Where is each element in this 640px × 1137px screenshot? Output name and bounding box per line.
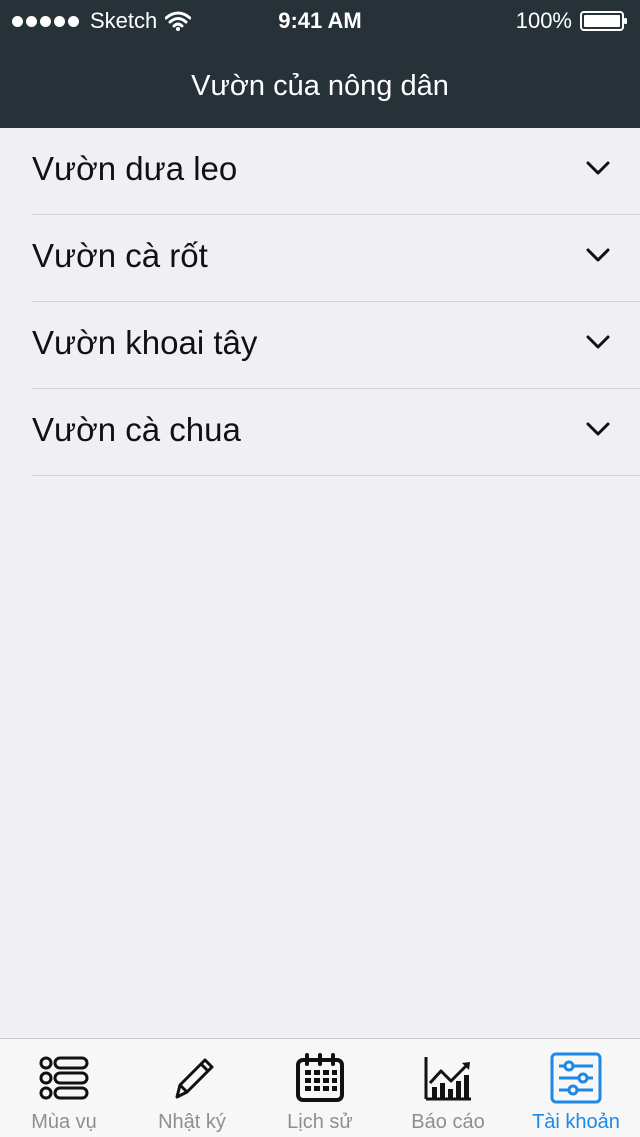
tab-label: Nhật ký	[158, 1111, 226, 1133]
chart-icon	[424, 1057, 471, 1101]
chevron-down-icon[interactable]	[586, 421, 610, 437]
battery-percent: 100%	[515, 8, 572, 33]
calendar-icon	[296, 1053, 344, 1102]
garden-row-potato[interactable]: Vườn khoai tây	[32, 302, 640, 389]
garden-label: Vườn khoai tây	[32, 324, 258, 361]
garden-label: Vườn dưa leo	[32, 150, 238, 187]
page-title: Vườn của nông dân	[191, 70, 449, 102]
tab-mua-vu[interactable]: Mùa vụ	[0, 1039, 128, 1137]
garden-row-carrot[interactable]: Vườn cà rốt	[32, 215, 640, 302]
battery-icon	[580, 11, 627, 31]
chevron-down-icon[interactable]	[586, 247, 610, 263]
nav-bar: Vườn của nông dân	[0, 40, 640, 128]
tab-label: Lịch sử	[287, 1111, 353, 1133]
tab-label: Tài khoản	[532, 1111, 620, 1133]
tab-bao-cao[interactable]: Báo cáo	[384, 1039, 512, 1137]
tab-bar: Mùa vụ Nhật ký Lịch sử Báo cáo Tài khoản	[0, 1038, 640, 1137]
tab-nhat-ky[interactable]: Nhật ký	[128, 1039, 256, 1137]
tab-lich-su[interactable]: Lịch sử	[256, 1039, 384, 1137]
chevron-down-icon[interactable]	[586, 160, 610, 176]
tab-label: Mùa vụ	[31, 1111, 97, 1133]
pencil-icon	[175, 1058, 214, 1099]
garden-label: Vườn cà rốt	[32, 237, 208, 274]
garden-row-cucumber[interactable]: Vườn dưa leo	[32, 128, 640, 215]
tab-tai-khoan[interactable]: Tài khoản	[512, 1039, 640, 1137]
settings-sliders-icon	[550, 1052, 602, 1104]
garden-row-tomato[interactable]: Vườn cà chua	[32, 389, 640, 476]
garden-list: Vườn dưa leo Vườn cà rốt Vườn khoai tây …	[0, 128, 640, 476]
chevron-down-icon[interactable]	[586, 334, 610, 350]
list-icon	[39, 1056, 89, 1100]
tab-label: Báo cáo	[411, 1111, 485, 1133]
garden-label: Vườn cà chua	[32, 411, 241, 448]
status-bar: Sketch 9:41 AM 100%	[0, 0, 640, 40]
status-right: 100%	[516, 8, 628, 34]
